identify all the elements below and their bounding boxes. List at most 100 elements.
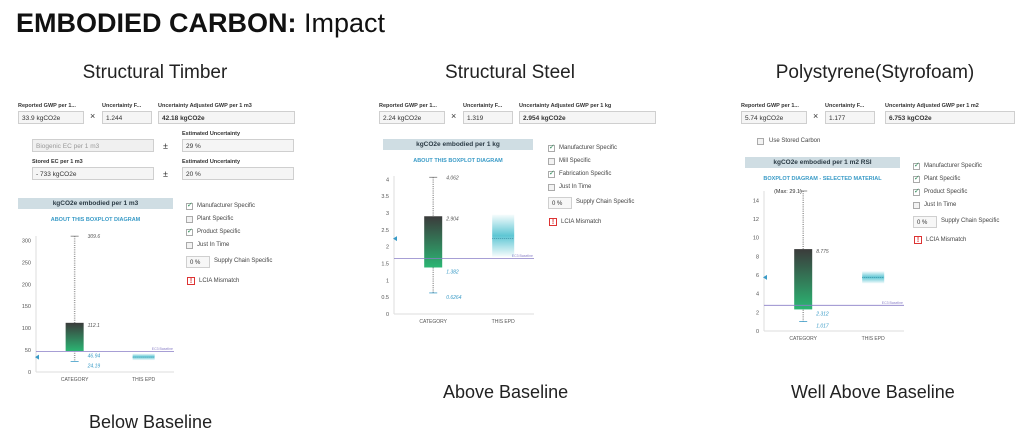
q1-value-label: 46.94 xyxy=(88,353,101,359)
q3-value-label: 2.904 xyxy=(445,216,459,222)
lcia-mismatch-label: LCIA Mismatch xyxy=(561,219,602,225)
y-tick-label: 200 xyxy=(22,282,31,288)
uncertainty-factor-field[interactable]: 1.319 xyxy=(463,111,513,124)
uncertainty-factor-field[interactable]: 1.177 xyxy=(825,111,875,124)
reported-gwp-field[interactable]: 33.9 kgCO2e xyxy=(18,111,84,124)
chart-header: kgCO2e embodied per 1 kg xyxy=(383,139,533,150)
q3-value-label: 112.1 xyxy=(88,323,100,329)
checkbox-label: Product Specific xyxy=(197,229,241,235)
y-tick-label: 50 xyxy=(25,348,31,354)
checkbox-manufacturer-specific[interactable] xyxy=(913,161,920,170)
caption-timber: Below Baseline xyxy=(89,412,213,432)
adjusted-gwp-label: Uncertainty Adjusted GWP per 1 m3 xyxy=(158,103,252,109)
checkbox-manufacturer-specific[interactable] xyxy=(186,201,193,210)
y-tick-label: 0 xyxy=(28,370,31,376)
checkbox-label: Just In Time xyxy=(559,184,592,190)
y-tick-label: 4 xyxy=(386,177,389,183)
checkbox-label: Manufacturer Specific xyxy=(197,203,256,209)
y-tick-label: 250 xyxy=(22,260,31,266)
y-tick-label: 2 xyxy=(386,245,389,251)
y-tick-label: 0 xyxy=(756,329,759,335)
x-category-label: CATEGORY xyxy=(61,377,89,383)
q1-value-label: 2.312 xyxy=(815,311,829,317)
y-tick-label: 8 xyxy=(756,254,759,260)
checkbox-label: Mill Specific xyxy=(559,158,591,164)
q1-value-label: 1.382 xyxy=(446,269,459,275)
reported-gwp-field[interactable]: 5.74 kgCO2e xyxy=(741,111,807,124)
multiply-sign: × xyxy=(451,111,457,121)
checkbox-just-in-time[interactable] xyxy=(186,242,193,249)
y-tick-label: 12 xyxy=(753,217,759,223)
adjusted-gwp-field: 2.954 kgCO2e xyxy=(519,111,656,124)
y-tick-label: 2.5 xyxy=(381,228,389,234)
checkbox-fabrication-specific[interactable] xyxy=(548,169,555,178)
checkbox-plant-specific[interactable] xyxy=(913,174,920,183)
stored-ec-field[interactable]: - 733 kgCO2e xyxy=(32,167,154,180)
about-boxplot-link[interactable]: ABOUT THIS BOXPLOT DIAGRAM xyxy=(18,217,173,223)
min-value-label: 0.6264 xyxy=(446,295,462,301)
plus-minus-sign: ± xyxy=(163,169,168,179)
checkbox-just-in-time[interactable] xyxy=(913,202,920,209)
panel-title-timber: Structural Timber xyxy=(82,62,228,83)
adjusted-gwp-label: Uncertainty Adjusted GWP per 1 m2 xyxy=(885,103,979,109)
y-tick-label: 14 xyxy=(753,198,759,204)
estimated-uncertainty-field[interactable]: 29 % xyxy=(182,139,294,152)
supply-chain-label: Supply Chain Specific xyxy=(941,218,1000,224)
checkbox-label: Plant Specific xyxy=(924,176,961,182)
max-value-label: 309.6 xyxy=(88,234,101,240)
boxplot-chart: 0 2 4 6 8 10 12 14 (Max: 29.1) EC3 Baseline 8.775 2… xyxy=(753,189,904,342)
supply-chain-percent-field[interactable]: 0 % xyxy=(548,197,572,209)
adjusted-gwp-field: 42.18 kgCO2e xyxy=(158,111,295,124)
checkbox-label: Just In Time xyxy=(924,202,957,208)
y-tick-label: 1 xyxy=(386,278,389,284)
boxplot-chart: 0 0.5 1 1.5 2 2.5 3 3.5 4 EC3 Baseline 4.062 2.904 1… xyxy=(381,175,534,325)
checkbox-label: Plant Specific xyxy=(197,216,234,222)
max-value-label: 4.062 xyxy=(446,175,459,181)
supply-chain-label: Supply Chain Specific xyxy=(576,199,635,205)
baseline-label: EC3 Baseline xyxy=(512,254,533,258)
panel-title-steel: Structural Steel xyxy=(445,62,575,83)
supply-chain-percent-field[interactable]: 0 % xyxy=(186,256,210,268)
stored-ec-label: Stored EC per 1 m3 xyxy=(32,159,83,165)
lcia-mismatch-label: LCIA Mismatch xyxy=(199,278,240,284)
y-tick-label: 0.5 xyxy=(381,295,389,301)
multiply-sign: × xyxy=(90,111,96,121)
checkbox-just-in-time[interactable] xyxy=(548,184,555,191)
supply-chain-percent-field[interactable]: 0 % xyxy=(913,216,937,228)
uncertainty-factor-label: Uncertainty F... xyxy=(463,103,503,109)
x-category-label: THIS EPD xyxy=(132,377,155,383)
estimated-uncertainty-field[interactable]: 20 % xyxy=(182,167,294,180)
checkbox-label: Just In Time xyxy=(197,242,230,248)
multiply-sign: × xyxy=(813,111,819,121)
epd-band xyxy=(492,214,515,257)
estimated-uncertainty-label: Estimated Uncertainty xyxy=(182,159,241,165)
y-tick-label: 3 xyxy=(386,211,389,217)
baseline-label: EC3 Baseline xyxy=(882,301,903,305)
y-tick-label: 150 xyxy=(22,304,31,310)
category-box xyxy=(794,249,813,310)
boxplot-chart: 0 50 100 150 200 250 300 EC3 Baseline 309.6 112.1… xyxy=(22,234,174,383)
about-boxplot-link[interactable]: ABOUT THIS BOXPLOT DIAGRAM xyxy=(383,158,533,164)
min-value-label: 1.017 xyxy=(816,324,829,330)
caption-polystyrene: Well Above Baseline xyxy=(791,382,955,402)
reported-gwp-field[interactable]: 2.24 kgCO2e xyxy=(379,111,445,124)
category-box xyxy=(424,216,443,268)
checkbox-use-stored-carbon[interactable] xyxy=(757,138,764,145)
checkbox-mill-specific[interactable] xyxy=(548,158,555,165)
baseline-label: EC3 Baseline xyxy=(152,347,173,351)
y-tick-label: 100 xyxy=(22,326,31,332)
x-category-label: CATEGORY xyxy=(419,319,447,325)
y-tick-label: 0 xyxy=(386,312,389,318)
plus-minus-sign: ± xyxy=(163,141,168,151)
uncertainty-factor-field[interactable]: 1.244 xyxy=(102,111,152,124)
boxplot-diagram-link[interactable]: BOXPLOT DIAGRAM - SELECTED MATERIAL xyxy=(745,176,900,182)
title-light: Impact xyxy=(304,8,386,38)
checkbox-plant-specific[interactable] xyxy=(186,216,193,223)
checkbox-product-specific[interactable] xyxy=(913,187,920,196)
checkbox-manufacturer-specific[interactable] xyxy=(548,143,555,152)
biogenic-ec-field[interactable]: Biogenic EC per 1 m3 xyxy=(32,139,154,152)
checkbox-product-specific[interactable] xyxy=(186,227,193,236)
y-tick-label: 300 xyxy=(22,238,31,244)
y-tick-label: 1.5 xyxy=(381,262,389,268)
adjusted-gwp-field: 6.753 kgCO2e xyxy=(885,111,1015,124)
